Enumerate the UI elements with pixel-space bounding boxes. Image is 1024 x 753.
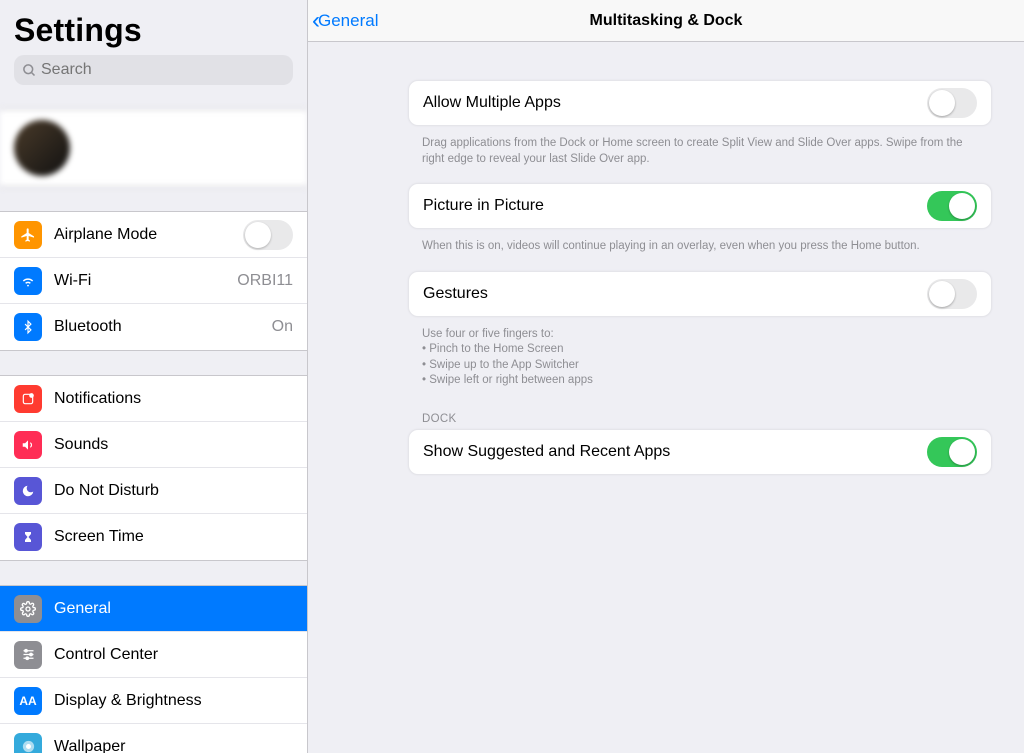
sidebar-item-label: Do Not Disturb bbox=[54, 482, 293, 500]
sidebar-item-label: Control Center bbox=[54, 646, 293, 664]
pip-desc: When this is on, videos will continue pl… bbox=[408, 233, 992, 271]
gestures-card: Gestures bbox=[408, 271, 992, 317]
pip-label: Picture in Picture bbox=[423, 197, 544, 215]
gear-icon bbox=[14, 595, 42, 623]
sidebar-item-screentime[interactable]: Screen Time bbox=[0, 514, 307, 560]
bluetooth-value: On bbox=[272, 318, 293, 336]
sidebar-item-wifi[interactable]: Wi-Fi ORBI11 bbox=[0, 258, 307, 304]
back-label: General bbox=[318, 11, 378, 31]
recent-apps-toggle[interactable] bbox=[927, 437, 977, 467]
main-panel: ‹ General Multitasking & Dock Allow Mult… bbox=[308, 0, 1024, 753]
airplane-toggle[interactable] bbox=[243, 220, 293, 250]
allow-multiple-desc: Drag applications from the Dock or Home … bbox=[408, 130, 992, 183]
page-title: Multitasking & Dock bbox=[308, 12, 1024, 30]
bluetooth-icon bbox=[14, 313, 42, 341]
search-input[interactable] bbox=[41, 61, 285, 79]
search-icon bbox=[22, 63, 37, 78]
allow-multiple-row[interactable]: Allow Multiple Apps bbox=[409, 81, 991, 125]
pip-row[interactable]: Picture in Picture bbox=[409, 184, 991, 228]
sidebar-item-label: Display & Brightness bbox=[54, 692, 293, 710]
avatar bbox=[14, 120, 70, 176]
sidebar-item-controlcenter[interactable]: Control Center bbox=[0, 632, 307, 678]
sidebar-item-label: Screen Time bbox=[54, 528, 293, 546]
dock-section-label: DOCK bbox=[408, 405, 992, 429]
sidebar-item-wallpaper[interactable]: Wallpaper bbox=[0, 724, 307, 753]
recent-apps-label: Show Suggested and Recent Apps bbox=[423, 443, 670, 461]
notifications-group: Notifications Sounds Do Not Disturb Scre… bbox=[0, 375, 307, 561]
settings-title: Settings bbox=[14, 12, 293, 49]
notifications-icon bbox=[14, 385, 42, 413]
sidebar-item-label: Notifications bbox=[54, 390, 293, 408]
content-area: Allow Multiple Apps Drag applications fr… bbox=[308, 42, 1024, 479]
allow-multiple-card: Allow Multiple Apps bbox=[408, 80, 992, 126]
wireless-group: Airplane Mode Wi-Fi ORBI11 Bluetooth On bbox=[0, 211, 307, 351]
allow-multiple-label: Allow Multiple Apps bbox=[423, 94, 561, 112]
sidebar-item-general[interactable]: General bbox=[0, 586, 307, 632]
sidebar-item-dnd[interactable]: Do Not Disturb bbox=[0, 468, 307, 514]
sidebar-item-label: Airplane Mode bbox=[54, 226, 243, 244]
recent-apps-card: Show Suggested and Recent Apps bbox=[408, 429, 992, 475]
sliders-icon bbox=[14, 641, 42, 669]
sounds-icon bbox=[14, 431, 42, 459]
sidebar-item-notifications[interactable]: Notifications bbox=[0, 376, 307, 422]
back-button[interactable]: ‹ General bbox=[308, 9, 378, 33]
display-icon: AA bbox=[14, 687, 42, 715]
gestures-label: Gestures bbox=[423, 285, 488, 303]
sidebar-item-label: Sounds bbox=[54, 436, 293, 454]
top-bar: ‹ General Multitasking & Dock bbox=[308, 0, 1024, 42]
pip-toggle[interactable] bbox=[927, 191, 977, 221]
gestures-row[interactable]: Gestures bbox=[409, 272, 991, 316]
apple-id-row[interactable] bbox=[0, 109, 307, 187]
sidebar-item-label: General bbox=[54, 600, 293, 618]
wifi-value: ORBI11 bbox=[237, 272, 293, 290]
wifi-icon bbox=[14, 267, 42, 295]
sidebar-item-label: Wallpaper bbox=[54, 738, 293, 753]
hourglass-icon bbox=[14, 523, 42, 551]
airplane-icon bbox=[14, 221, 42, 249]
sidebar-item-display[interactable]: AA Display & Brightness bbox=[0, 678, 307, 724]
sidebar-item-sounds[interactable]: Sounds bbox=[0, 422, 307, 468]
recent-apps-row[interactable]: Show Suggested and Recent Apps bbox=[409, 430, 991, 474]
settings-sidebar: Settings Airplane Mode bbox=[0, 0, 308, 753]
gestures-toggle[interactable] bbox=[927, 279, 977, 309]
allow-multiple-toggle[interactable] bbox=[927, 88, 977, 118]
sidebar-item-label: Wi-Fi bbox=[54, 272, 237, 290]
system-group: General Control Center AA Display & Brig… bbox=[0, 585, 307, 753]
sidebar-item-bluetooth[interactable]: Bluetooth On bbox=[0, 304, 307, 350]
sidebar-header: Settings bbox=[0, 0, 307, 91]
moon-icon bbox=[14, 477, 42, 505]
wallpaper-icon bbox=[14, 733, 42, 753]
pip-card: Picture in Picture bbox=[408, 183, 992, 229]
gestures-desc: Use four or five fingers to: • Pinch to … bbox=[408, 321, 992, 405]
search-field[interactable] bbox=[14, 55, 293, 85]
sidebar-item-label: Bluetooth bbox=[54, 318, 272, 336]
sidebar-item-airplane[interactable]: Airplane Mode bbox=[0, 212, 307, 258]
